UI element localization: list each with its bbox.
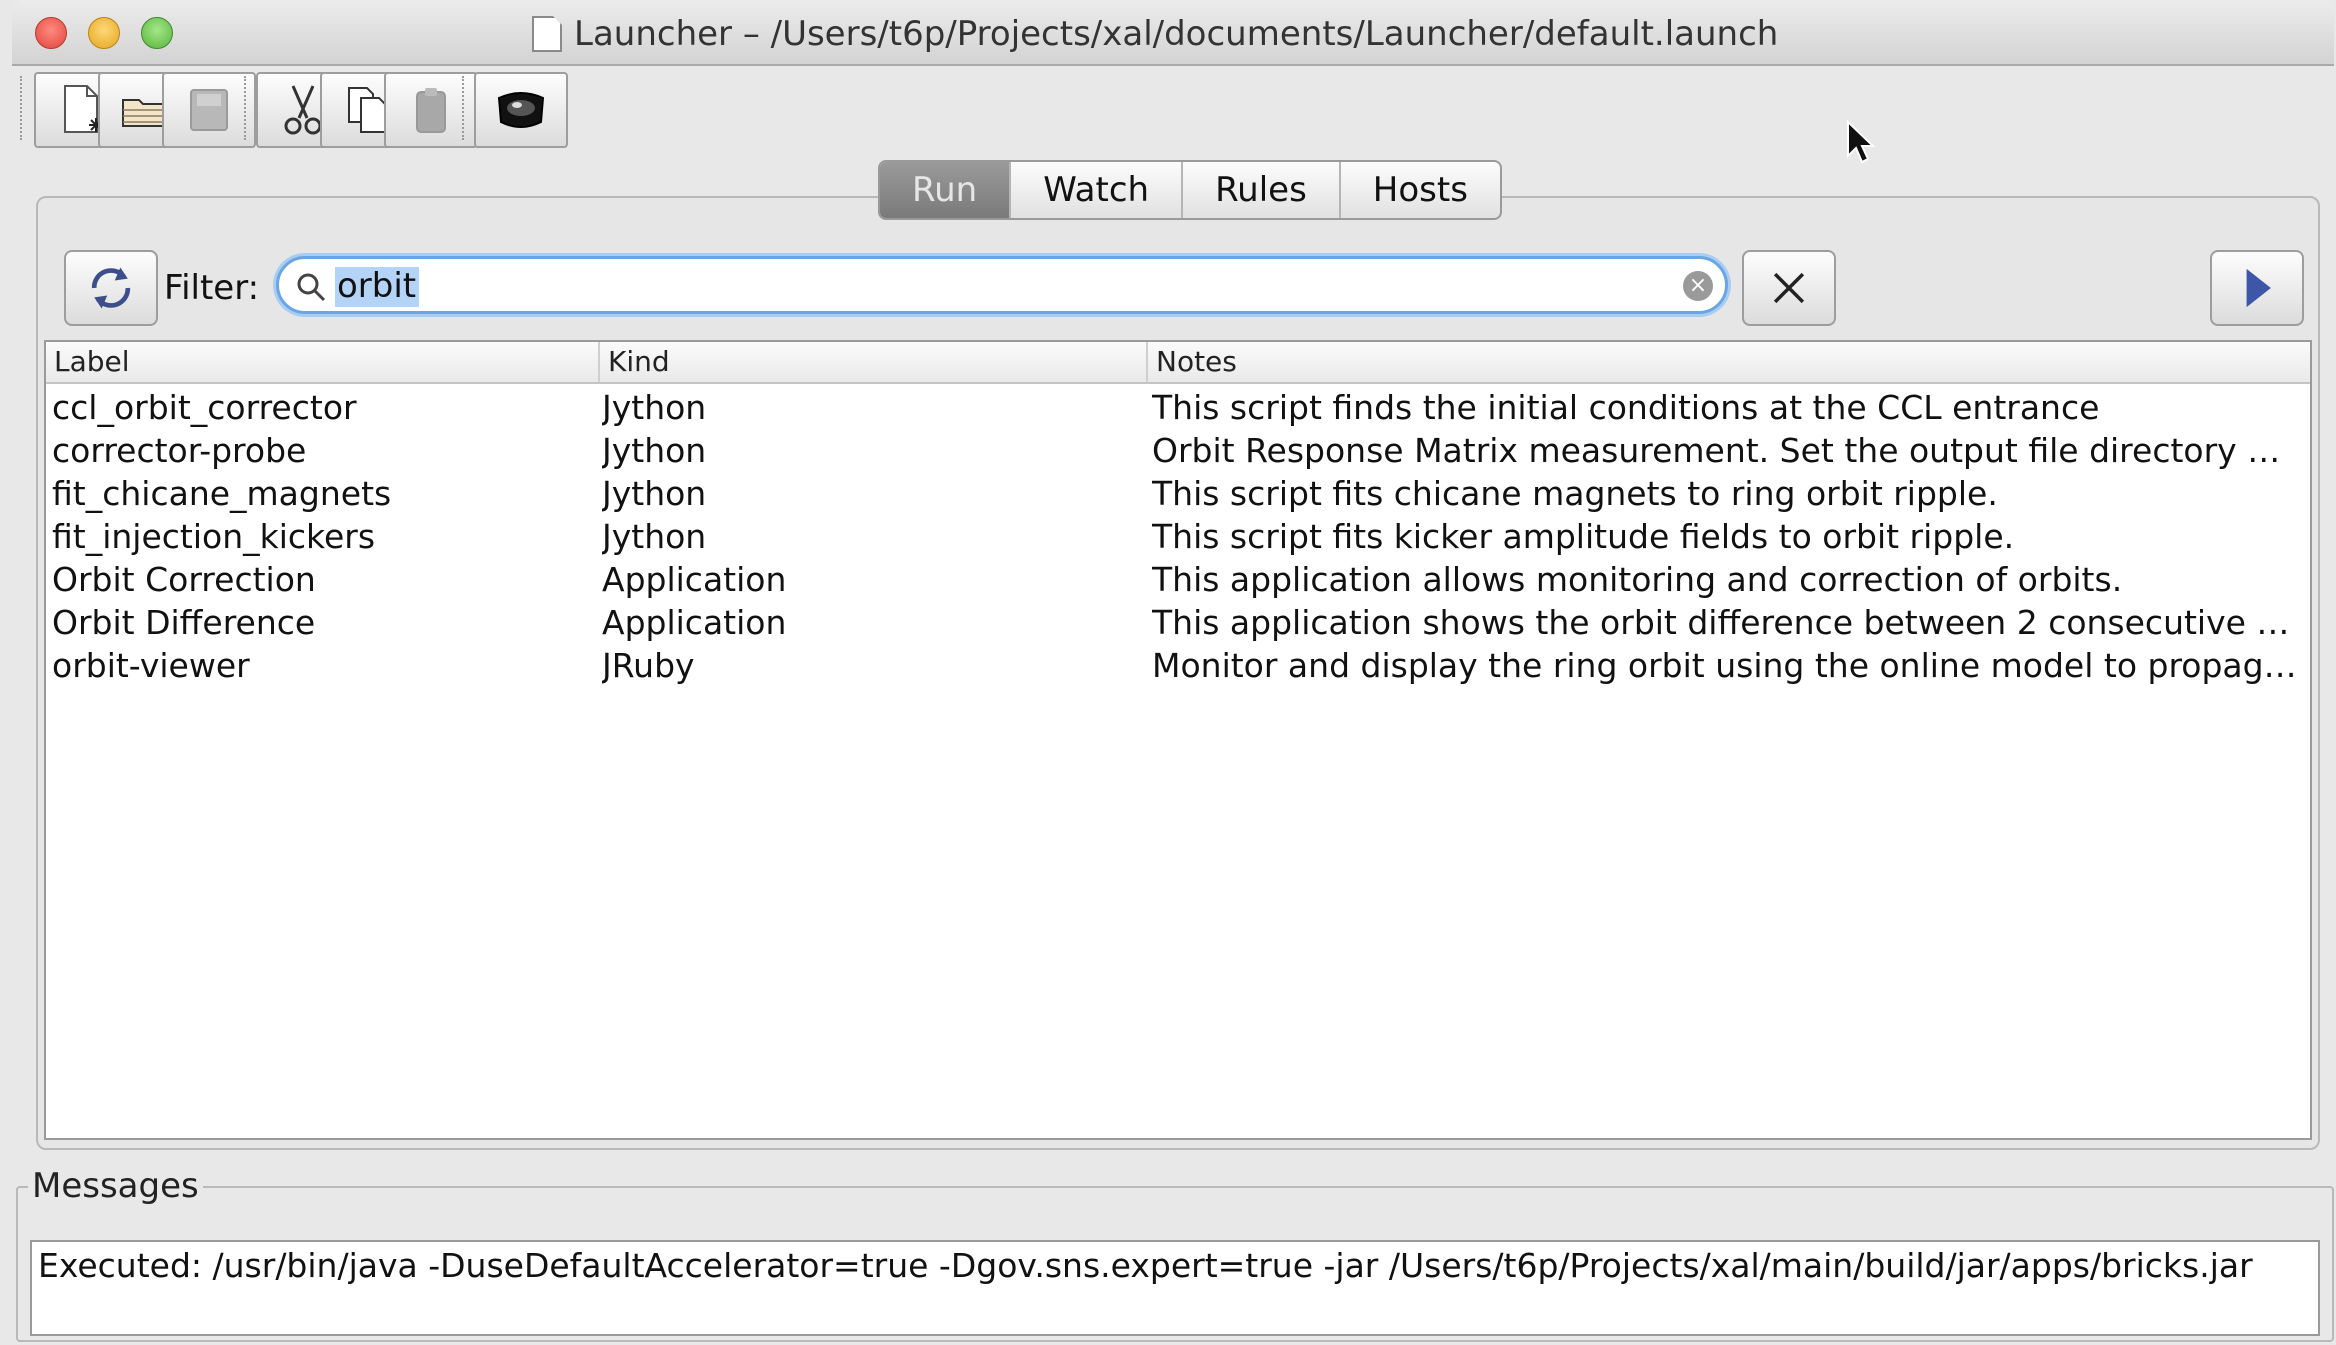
cell-label: fit_chicane_magnets — [52, 474, 392, 513]
refresh-icon — [91, 267, 131, 309]
table-header: Label Kind Notes — [46, 342, 2310, 384]
column-header-kind[interactable]: Kind — [598, 342, 1146, 382]
toolbar-grip[interactable] — [20, 76, 26, 140]
cell-kind: Application — [602, 560, 787, 599]
clear-search-icon[interactable]: × — [1683, 271, 1713, 301]
launch-table: Label Kind Notes ccl_orbit_corrector Jyt… — [44, 340, 2312, 1140]
tab-bar: Run Watch Rules Hosts — [878, 160, 1502, 220]
save-icon — [190, 89, 228, 131]
table-body: ccl_orbit_corrector Jython This script f… — [46, 386, 2310, 687]
mouse-pointer-icon — [1847, 120, 1876, 164]
filter-search-field[interactable]: × — [276, 256, 1728, 314]
filter-input[interactable] — [335, 263, 1639, 309]
column-header-notes[interactable]: Notes — [1146, 342, 2312, 382]
play-icon — [2246, 268, 2271, 308]
search-icon — [297, 273, 326, 302]
window-title: Launcher – /Users/t6p/Projects/xal/docum… — [574, 14, 1779, 54]
save-button[interactable] — [162, 72, 256, 148]
cell-kind: Application — [602, 603, 787, 642]
close-window-button[interactable] — [35, 17, 67, 49]
title-bar[interactable]: Launcher – /Users/t6p/Projects/xal/docum… — [12, 0, 2334, 66]
tab-hosts[interactable]: Hosts — [1341, 162, 1500, 218]
terminal-icon — [497, 92, 545, 128]
refresh-button[interactable] — [64, 250, 158, 326]
tab-watch[interactable]: Watch — [1011, 162, 1184, 218]
cell-label: corrector-probe — [52, 431, 307, 470]
table-row[interactable]: fit_injection_kickers Jython This script… — [46, 515, 2310, 558]
cell-label: orbit-viewer — [52, 646, 250, 685]
cell-notes: This script finds the initial conditions… — [1152, 388, 2100, 427]
cell-kind: Jython — [602, 517, 707, 556]
cell-kind: Jython — [602, 431, 707, 470]
table-row[interactable]: orbit-viewer JRuby Monitor and display t… — [46, 644, 2310, 687]
filter-label: Filter: — [164, 268, 260, 308]
cell-notes: This script fits chicane magnets to ring… — [1152, 474, 1998, 513]
table-row[interactable]: ccl_orbit_corrector Jython This script f… — [46, 386, 2310, 429]
tab-run[interactable]: Run — [880, 162, 1012, 218]
column-header-label[interactable]: Label — [46, 342, 598, 382]
cell-kind: JRuby — [602, 646, 695, 685]
messages-label: Messages — [28, 1166, 203, 1206]
table-row[interactable]: corrector-probe Jython Orbit Response Ma… — [46, 429, 2310, 472]
toolbar-separator — [244, 76, 250, 140]
paste-icon — [416, 88, 446, 133]
cell-notes: Monitor and display the ring orbit using… — [1152, 646, 2300, 685]
table-row[interactable]: Orbit Correction Application This applic… — [46, 558, 2310, 601]
minimize-window-button[interactable] — [88, 17, 120, 49]
cell-notes: This application allows monitoring and c… — [1152, 560, 2123, 599]
clear-filter-button[interactable] — [1742, 250, 1836, 326]
toolbar — [12, 66, 2334, 150]
zoom-window-button[interactable] — [141, 17, 173, 49]
messages-text-area[interactable]: Executed: /usr/bin/java -DuseDefaultAcce… — [30, 1240, 2320, 1336]
cell-notes: This script fits kicker amplitude fields… — [1152, 517, 2015, 556]
messages-group: Messages Executed: /usr/bin/java -DuseDe… — [16, 1166, 2334, 1342]
cell-kind: Jython — [602, 388, 707, 427]
cell-notes: This application shows the orbit differe… — [1152, 603, 2300, 642]
run-panel: Filter: × Label Kind Notes — [36, 196, 2320, 1150]
cell-label: Orbit Difference — [52, 603, 316, 642]
launcher-window: Launcher – /Users/t6p/Projects/xal/docum… — [12, 0, 2334, 1345]
cell-label: Orbit Correction — [52, 560, 316, 599]
cell-notes: Orbit Response Matrix measurement. Set t… — [1152, 431, 2300, 470]
cell-label: fit_injection_kickers — [52, 517, 376, 556]
cell-label: ccl_orbit_corrector — [52, 388, 357, 427]
table-row[interactable]: fit_chicane_magnets Jython This script f… — [46, 472, 2310, 515]
table-row[interactable]: Orbit Difference Application This applic… — [46, 601, 2310, 644]
console-button[interactable] — [474, 72, 568, 148]
cell-kind: Jython — [602, 474, 707, 513]
tab-rules[interactable]: Rules — [1183, 162, 1341, 218]
run-button[interactable] — [2210, 250, 2304, 326]
document-icon — [532, 16, 562, 52]
toolbar-separator — [462, 76, 468, 140]
close-icon — [1773, 272, 1805, 304]
